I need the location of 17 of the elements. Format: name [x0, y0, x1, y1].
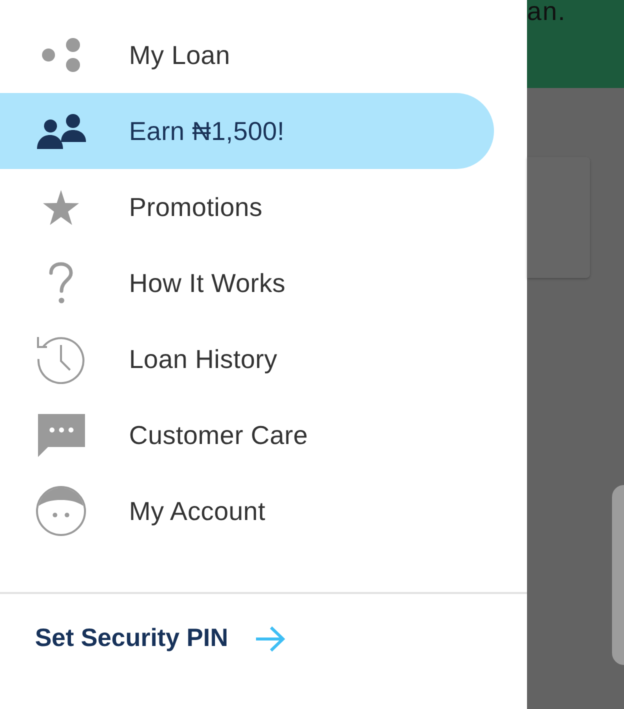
header-text: an. [527, 0, 566, 22]
chat-bubble-icon [38, 414, 84, 456]
menu-item[interactable]: Loan History [0, 321, 494, 397]
menu-item[interactable]: My Account [0, 473, 494, 549]
people-icon [36, 114, 86, 148]
question-icon [49, 262, 73, 304]
menu-item[interactable]: Promotions [0, 169, 494, 245]
star-icon [43, 190, 79, 224]
menu-item[interactable]: Customer Care [0, 397, 494, 473]
menu-item[interactable]: Earn ₦1,500! [0, 93, 494, 169]
dots-icon [42, 38, 80, 72]
menu-item[interactable]: My Loan [0, 17, 494, 93]
set-pin-link[interactable]: Set Security PIN [35, 624, 286, 653]
history-clock-icon [36, 334, 86, 384]
menu-item[interactable]: How It Works [0, 245, 494, 321]
arrow-right-icon [255, 626, 286, 652]
avatar-face-icon [36, 486, 86, 536]
